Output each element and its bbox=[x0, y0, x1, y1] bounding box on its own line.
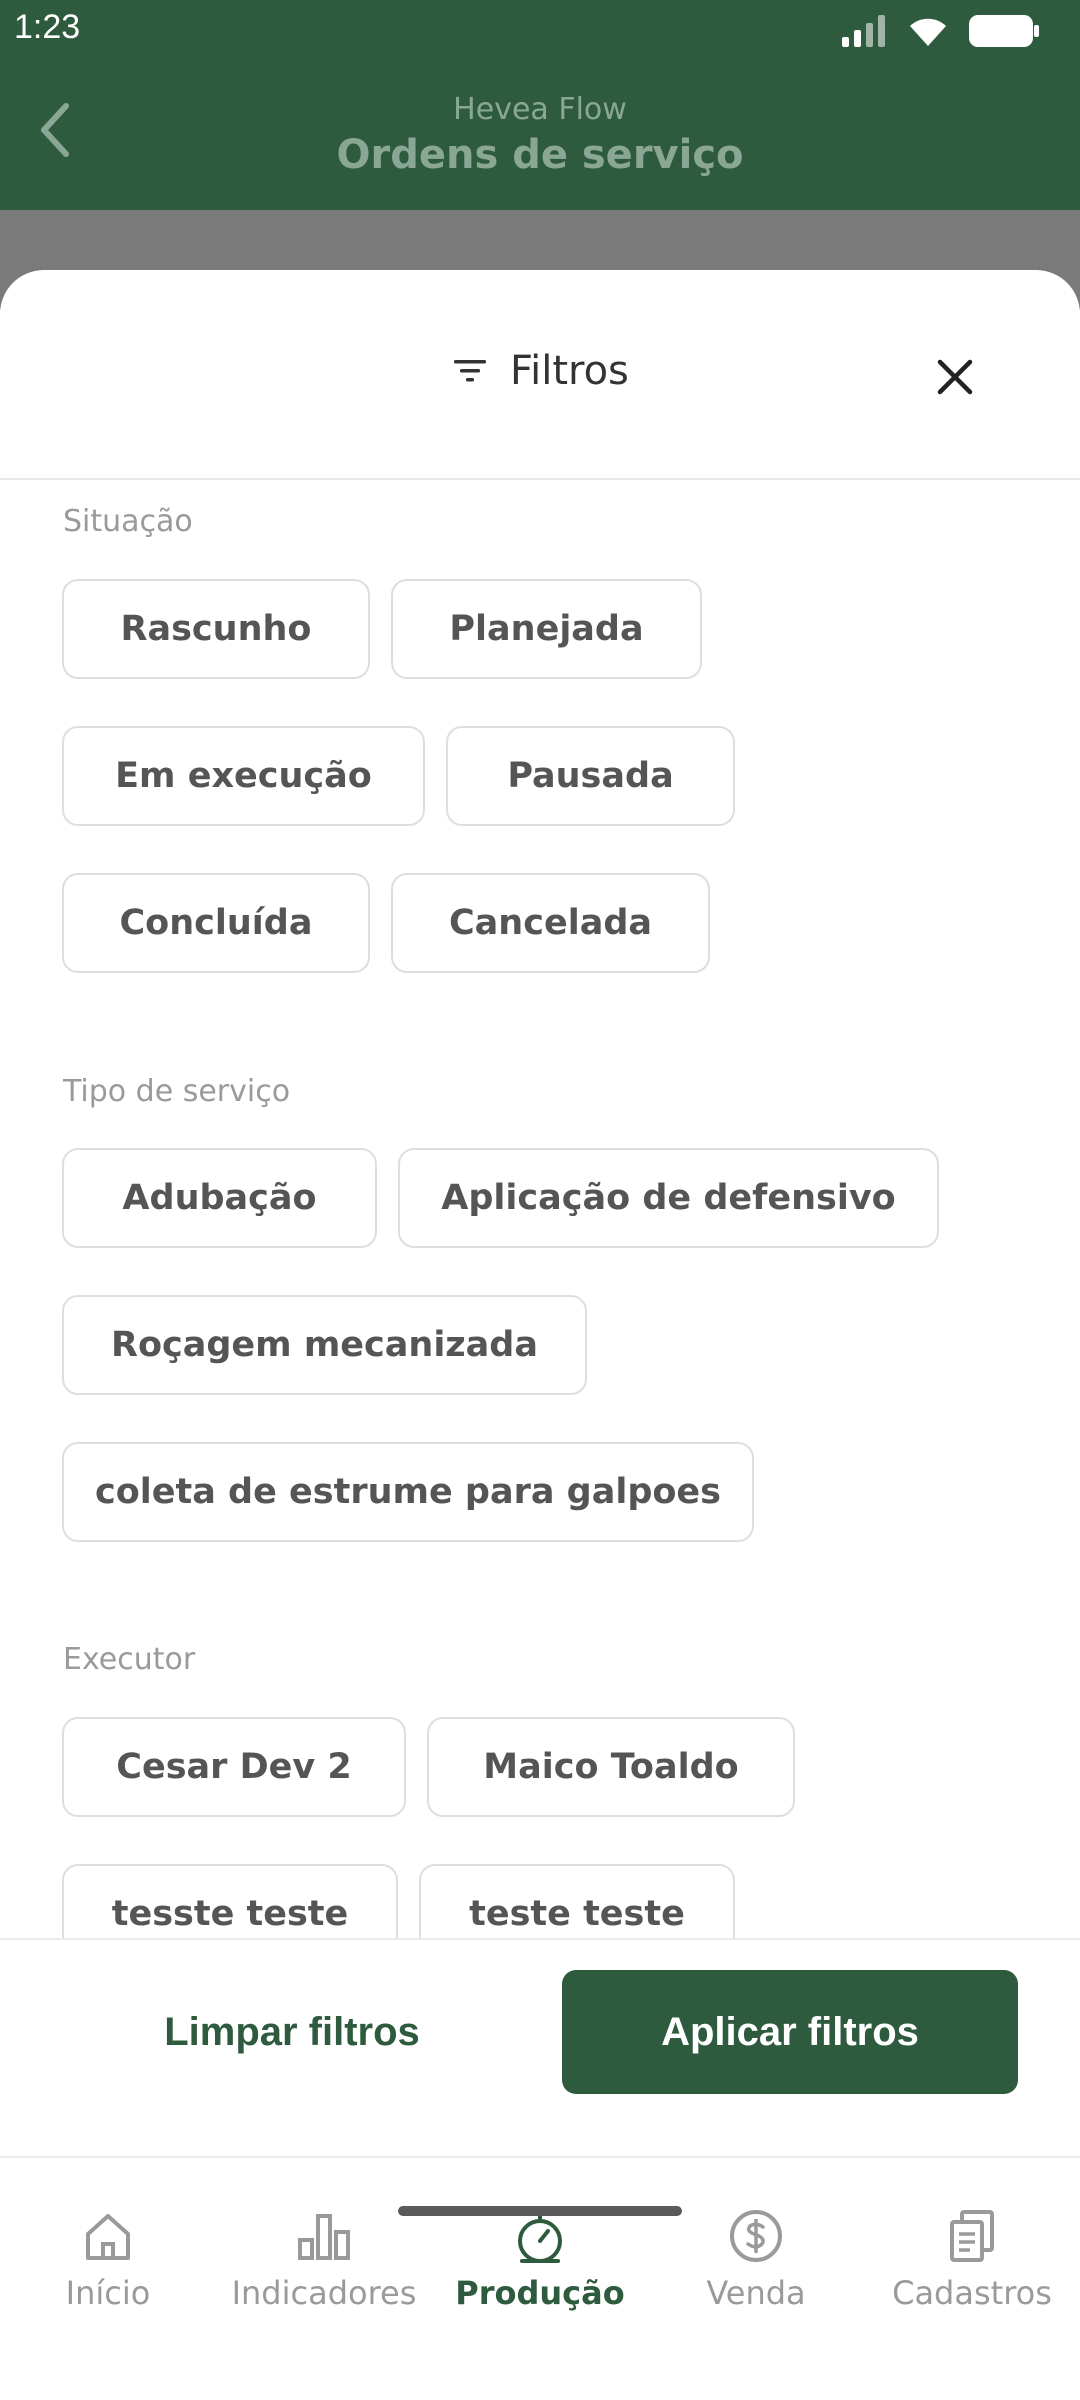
nav-label: Cadastros bbox=[892, 2274, 1052, 2312]
chip-cesar-dev-2[interactable]: Cesar Dev 2 bbox=[62, 1717, 406, 1817]
nav-label: Início bbox=[65, 2274, 151, 2312]
home-indicator bbox=[398, 2206, 682, 2216]
sheet-title-group: Filtros bbox=[452, 348, 629, 394]
sheet-header: Filtros bbox=[0, 270, 1080, 480]
filter-icon bbox=[454, 360, 486, 382]
section-label-executor: Executor bbox=[63, 1642, 196, 1677]
nav-label: Indicadores bbox=[231, 2274, 417, 2312]
chip-rascunho[interactable]: Rascunho bbox=[62, 579, 370, 679]
chip-rocagem-mecanizada[interactable]: Roçagem mecanizada bbox=[62, 1295, 587, 1395]
wifi-icon bbox=[910, 18, 946, 46]
bottom-nav: Início Indicadores Produção Venda Cadast… bbox=[0, 2158, 1080, 2400]
clear-filters-button[interactable]: Limpar filtros bbox=[62, 1970, 522, 2094]
section-label-situacao: Situação bbox=[63, 504, 193, 539]
section-label-tipo-servico: Tipo de serviço bbox=[63, 1074, 291, 1109]
close-button[interactable] bbox=[930, 352, 980, 402]
page-title: Ordens de serviço bbox=[336, 132, 744, 178]
app-name: Hevea Flow bbox=[453, 92, 627, 127]
chip-pausada[interactable]: Pausada bbox=[446, 726, 735, 826]
dollar-icon bbox=[730, 2210, 782, 2262]
signal-icon bbox=[842, 15, 885, 47]
battery-icon bbox=[969, 15, 1039, 47]
chip-tesste-teste[interactable]: tesste teste bbox=[62, 1864, 398, 1938]
filter-list[interactable]: Situação Rascunho Planejada Em execução … bbox=[0, 482, 1080, 1938]
bar-chart-icon bbox=[298, 2214, 350, 2260]
chip-concluida[interactable]: Concluída bbox=[62, 873, 370, 973]
documents-icon bbox=[950, 2210, 994, 2262]
app-header: 1:23 Hevea Flow Ordens de serviço bbox=[0, 0, 1080, 210]
status-icons bbox=[842, 14, 1040, 48]
chip-adubacao[interactable]: Adubação bbox=[62, 1148, 377, 1248]
chip-em-execucao[interactable]: Em execução bbox=[62, 726, 425, 826]
nav-item-inicio[interactable]: Início bbox=[0, 2206, 216, 2312]
chip-aplicacao-defensivo[interactable]: Aplicação de defensivo bbox=[398, 1148, 939, 1248]
status-time: 1:23 bbox=[14, 8, 81, 46]
status-bar: 1:23 bbox=[0, 0, 1080, 62]
nav-item-indicadores[interactable]: Indicadores bbox=[216, 2206, 432, 2312]
nav-label: Produção bbox=[455, 2274, 625, 2312]
sheet-footer: Limpar filtros Aplicar filtros bbox=[0, 1938, 1080, 2158]
nav-item-producao[interactable]: Produção bbox=[432, 2206, 648, 2312]
chip-cancelada[interactable]: Cancelada bbox=[391, 873, 710, 973]
filter-sheet: Filtros Situação Rascunho Planejada Em e… bbox=[0, 270, 1080, 2158]
home-icon bbox=[86, 2214, 130, 2260]
chip-teste-teste[interactable]: teste teste bbox=[419, 1864, 735, 1938]
chip-planejada[interactable]: Planejada bbox=[391, 579, 702, 679]
nav-item-cadastros[interactable]: Cadastros bbox=[864, 2206, 1080, 2312]
apply-filters-button[interactable]: Aplicar filtros bbox=[562, 1970, 1018, 2094]
chip-maico-toaldo[interactable]: Maico Toaldo bbox=[427, 1717, 795, 1817]
sheet-title: Filtros bbox=[510, 348, 629, 394]
nav-label: Venda bbox=[706, 2274, 806, 2312]
nav-item-venda[interactable]: Venda bbox=[648, 2206, 864, 2312]
close-icon bbox=[937, 359, 973, 395]
chip-coleta-estrume[interactable]: coleta de estrume para galpoes bbox=[62, 1442, 754, 1542]
